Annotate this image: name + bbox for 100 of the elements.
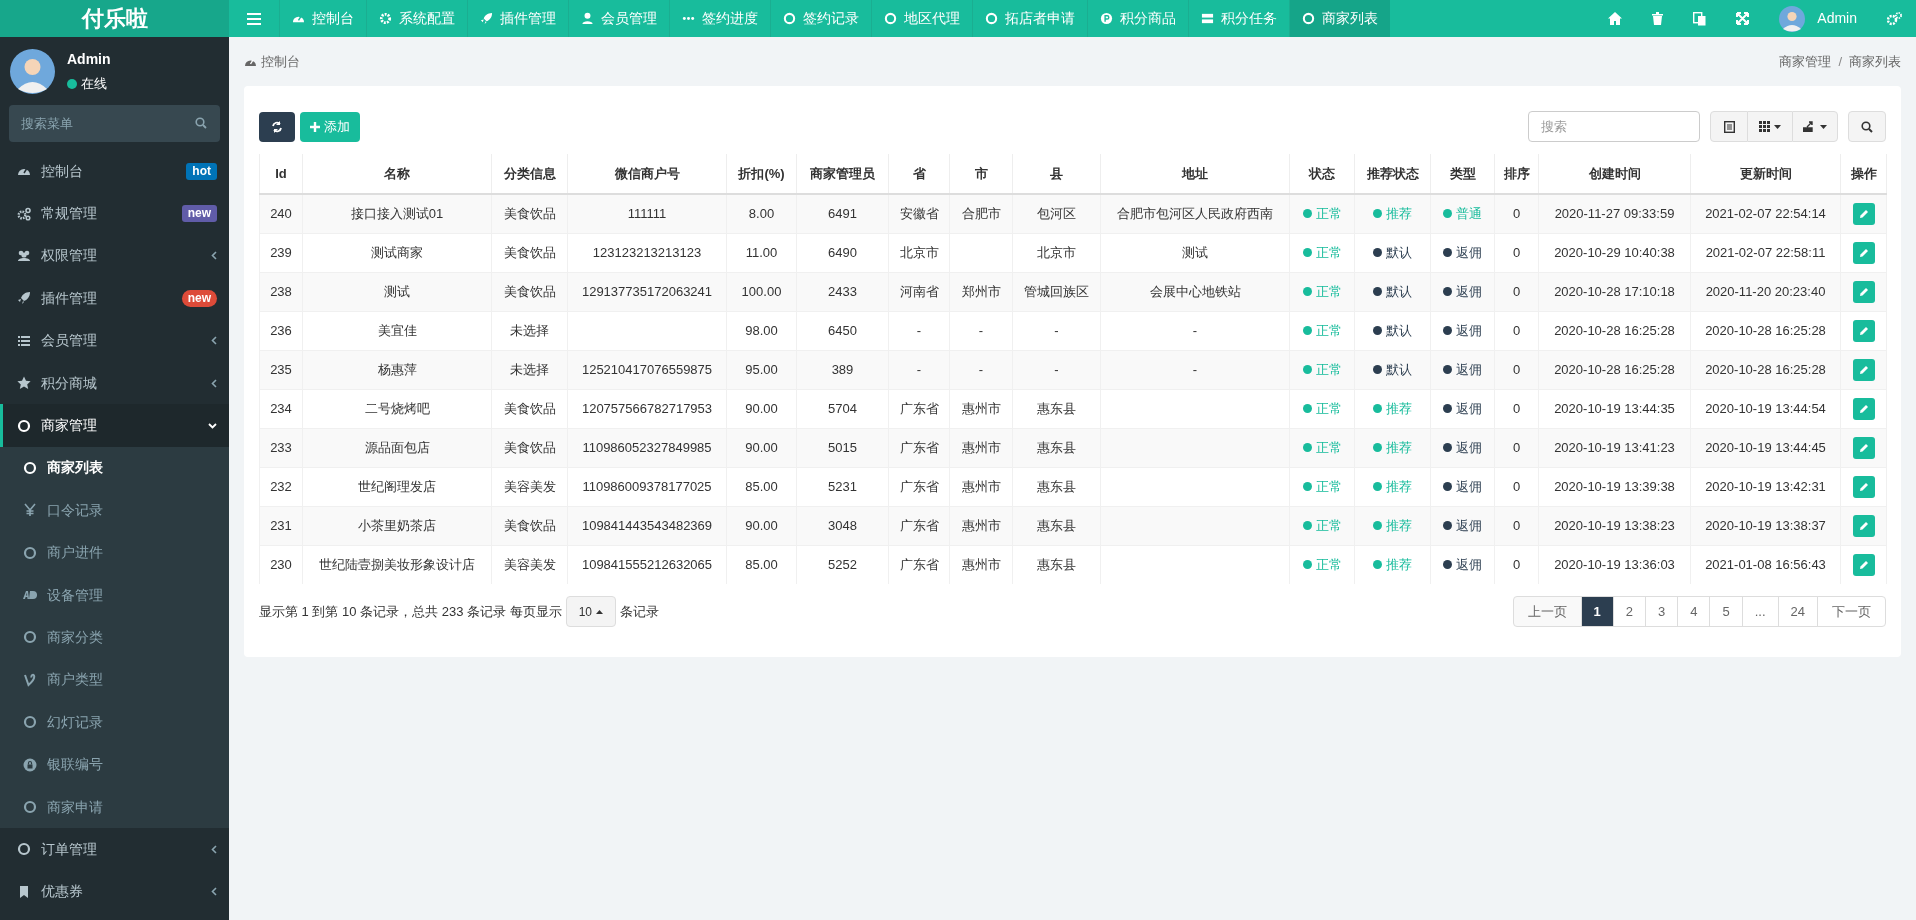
table-cell: 杨惠萍 (377, 361, 417, 377)
edit-button[interactable] (1852, 436, 1875, 459)
menu-item[interactable]: 订单管理 (0, 828, 229, 871)
table-cell: 236 (270, 322, 292, 338)
menu-item[interactable]: 积分商城 (0, 361, 229, 405)
page-button[interactable]: 5 (1709, 596, 1743, 627)
export-button[interactable] (1792, 111, 1838, 142)
page-button[interactable]: ... (1741, 596, 1779, 627)
edit-button[interactable] (1852, 553, 1875, 576)
search-button[interactable] (1848, 111, 1886, 142)
page-size-dropdown[interactable]: 10 (565, 596, 617, 627)
search-field[interactable]: 搜索菜单 (9, 105, 220, 142)
page-button[interactable]: 4 (1677, 596, 1711, 627)
fullscreen-icon[interactable] (1736, 12, 1750, 25)
table-cell: 未选择 (510, 361, 549, 377)
column-header: 分类信息 (491, 154, 568, 194)
breadcrumb-link[interactable]: 商家列表 (1849, 51, 1901, 72)
menu-item[interactable]: 会员管理 (0, 319, 229, 362)
edit-button[interactable] (1852, 319, 1875, 342)
table-cell: 231 (270, 517, 292, 533)
table-cell: 2020-10-28 17:10:18 (1554, 283, 1675, 299)
table-cell: 惠东县 (1037, 439, 1076, 455)
status-label: 返佣 (1456, 516, 1482, 535)
menu-badge: new (181, 205, 217, 223)
nav-tab[interactable]: 商家列表 (1289, 0, 1390, 37)
table-cell: 2020-10-28 16:25:28 (1705, 322, 1826, 338)
submenu-item[interactable]: 商家申请 (0, 785, 229, 829)
table-cell: 惠州市 (961, 517, 1001, 533)
table-cell: 合肥市包河区人民政府西南 (1117, 206, 1273, 221)
submenu-item[interactable]: 银联编号 (0, 743, 229, 786)
breadcrumb-link[interactable]: 商家管理 (1779, 51, 1832, 72)
submenu-item[interactable]: 口令记录 (0, 489, 229, 532)
refresh-button[interactable] (259, 111, 295, 142)
menu-item[interactable]: 常规管理 new (0, 192, 229, 235)
table-cell: 0 (1512, 517, 1521, 533)
table-cell: 惠州市 (961, 478, 1001, 494)
menu-item[interactable]: 插件管理 new (0, 277, 229, 320)
pencil-icon (1858, 520, 1869, 531)
menu-item[interactable]: 权限管理 (0, 234, 229, 278)
search-field[interactable]: 搜索 (1528, 111, 1700, 142)
table-cell: - (916, 361, 922, 377)
table-cell: 3048 (828, 517, 857, 533)
table-cell: 美食饮品 (503, 517, 556, 533)
columns-button[interactable] (1748, 111, 1792, 142)
table-cell: 230 (270, 557, 292, 572)
submenu-item[interactable]: 设备管理 (0, 573, 229, 617)
table-cell: 惠州市 (961, 439, 1001, 455)
circle-icon (23, 800, 37, 815)
menu-item[interactable]: 商家管理 (0, 404, 229, 447)
submenu-item[interactable]: 商户进件 (0, 531, 229, 574)
status-label: 返佣 (1456, 555, 1482, 574)
submenu-item[interactable]: 幻灯记录 (0, 701, 229, 744)
breadcrumb-link[interactable]: 控制台 (261, 51, 300, 72)
table-cell: 233 (270, 439, 292, 455)
edit-button[interactable] (1852, 202, 1875, 225)
edit-button[interactable] (1852, 358, 1875, 381)
table-cell: 0 (1512, 400, 1521, 416)
table-cell: 2433 (828, 283, 857, 299)
status-label: 默认 (1386, 360, 1412, 379)
menu-item[interactable]: 优惠券 (0, 870, 229, 914)
table-cell: 2020-10-19 13:42:31 (1705, 478, 1826, 494)
table-cell: 2020-10-19 13:36:03 (1554, 557, 1675, 572)
table-cell: 90.00 (745, 517, 778, 533)
circle-icon (783, 12, 796, 25)
status-label: 返佣 (1456, 321, 1482, 340)
status-label: 返佣 (1456, 282, 1482, 301)
submenu-item[interactable]: 商家列表 (0, 446, 229, 490)
menu-badge: new (181, 289, 217, 307)
table-cell: 0 (1512, 322, 1521, 338)
column-header: 地址 (1100, 154, 1290, 194)
avatar-icon[interactable] (1779, 5, 1806, 32)
submenu-item[interactable]: 商户类型 (0, 658, 229, 702)
settings-icon[interactable] (1887, 11, 1902, 26)
submenu-item[interactable]: 商家分类 (0, 616, 229, 659)
table-cell: - (916, 322, 922, 338)
trash-icon[interactable] (1652, 12, 1664, 25)
toggle-view-button[interactable] (1710, 111, 1748, 142)
yen-icon (23, 503, 37, 518)
pencil-icon (1858, 208, 1869, 219)
edit-button[interactable] (1852, 475, 1875, 498)
status-label: 正常 (1315, 204, 1342, 223)
table-cell: 惠东县 (1037, 478, 1076, 494)
gear-icon (379, 12, 392, 25)
page-button[interactable]: 3 (1645, 596, 1679, 627)
pagination-label: 条记录 (620, 602, 660, 621)
home-icon[interactable] (1608, 12, 1623, 25)
edit-button[interactable] (1852, 514, 1875, 537)
table-cell: 129137735172063241 (581, 283, 713, 299)
edit-button[interactable] (1852, 241, 1875, 264)
edit-button[interactable] (1852, 280, 1875, 303)
status-label: 默认 (1386, 321, 1412, 340)
table-cell: 2020-11-20 20:23:40 (1705, 283, 1826, 299)
table-cell: 安徽省 (899, 206, 939, 221)
menu-item[interactable]: 控制台 hot (0, 150, 229, 193)
edit-button[interactable] (1852, 397, 1875, 420)
next-page-button[interactable]: 下一页 (1817, 596, 1886, 627)
page-button[interactable]: 1 (1580, 596, 1614, 627)
previous-page-button[interactable]: 上一页 (1512, 596, 1582, 627)
page-button[interactable]: 24 (1777, 596, 1818, 627)
page-button[interactable]: 2 (1612, 596, 1646, 627)
